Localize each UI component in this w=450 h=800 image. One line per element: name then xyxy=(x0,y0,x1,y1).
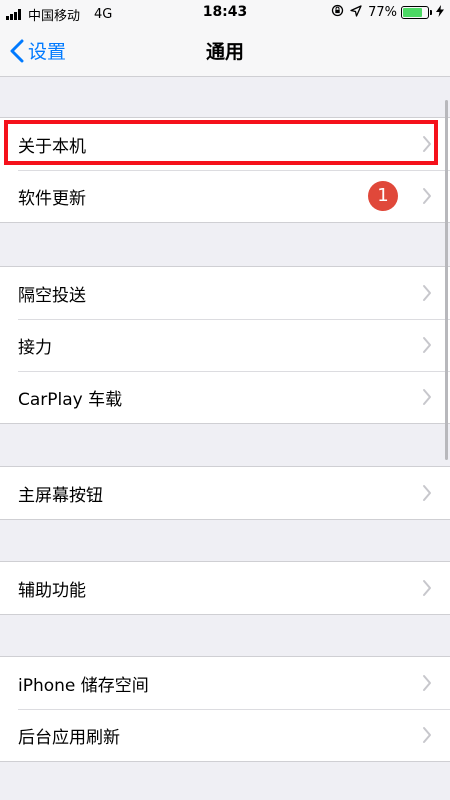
chevron-right-icon xyxy=(423,580,431,596)
battery-level xyxy=(403,7,422,17)
chevron-right-icon xyxy=(423,285,431,301)
chevron-right-icon xyxy=(423,188,431,204)
settings-group-home-button: 主屏幕按钮 xyxy=(0,466,450,520)
chevron-right-icon xyxy=(423,337,431,353)
row-airdrop[interactable]: 隔空投送 xyxy=(0,267,450,319)
row-background-refresh[interactable]: 后台应用刷新 xyxy=(0,709,450,761)
settings-group-storage: iPhone 储存空间 后台应用刷新 xyxy=(0,656,450,762)
orientation-lock-icon xyxy=(331,4,344,20)
row-label: CarPlay 车载 xyxy=(18,389,123,410)
settings-group-about: 关于本机 软件更新 1 xyxy=(0,117,450,223)
scrollbar[interactable] xyxy=(445,100,448,460)
row-handoff[interactable]: 接力 xyxy=(0,319,450,371)
row-software-update[interactable]: 软件更新 1 xyxy=(0,170,450,222)
chevron-right-icon xyxy=(423,727,431,743)
battery-icon xyxy=(401,5,429,19)
chevron-right-icon xyxy=(423,136,431,152)
row-carplay[interactable]: CarPlay 车载 xyxy=(0,371,450,423)
row-label: 后台应用刷新 xyxy=(18,727,120,748)
row-label: 关于本机 xyxy=(18,136,86,157)
settings-group-accessibility: 辅助功能 xyxy=(0,561,450,615)
charging-bolt-icon xyxy=(436,4,444,20)
row-about-device[interactable]: 关于本机 xyxy=(0,118,450,170)
status-bar: 中国移动 4G 18:43 77% xyxy=(0,0,450,26)
row-label: 接力 xyxy=(18,337,52,358)
row-accessibility[interactable]: 辅助功能 xyxy=(0,562,450,614)
row-iphone-storage[interactable]: iPhone 储存空间 xyxy=(0,657,450,709)
row-label: 软件更新 xyxy=(18,188,86,209)
navigation-bar: 设置 通用 xyxy=(0,26,450,77)
settings-group-connectivity: 隔空投送 接力 CarPlay 车载 xyxy=(0,266,450,424)
status-right: 77% xyxy=(331,4,444,20)
chevron-right-icon xyxy=(423,389,431,405)
battery-cap xyxy=(430,9,432,15)
row-label: 主屏幕按钮 xyxy=(18,485,103,506)
chevron-right-icon xyxy=(423,485,431,501)
location-arrow-icon xyxy=(350,4,362,20)
update-badge: 1 xyxy=(368,181,398,211)
page-title: 通用 xyxy=(205,41,244,63)
row-label: iPhone 储存空间 xyxy=(18,675,149,696)
row-home-button[interactable]: 主屏幕按钮 xyxy=(0,467,450,519)
chevron-right-icon xyxy=(423,675,431,691)
battery-percent: 77% xyxy=(368,4,397,20)
row-label: 辅助功能 xyxy=(18,580,86,601)
row-label: 隔空投送 xyxy=(18,285,86,306)
